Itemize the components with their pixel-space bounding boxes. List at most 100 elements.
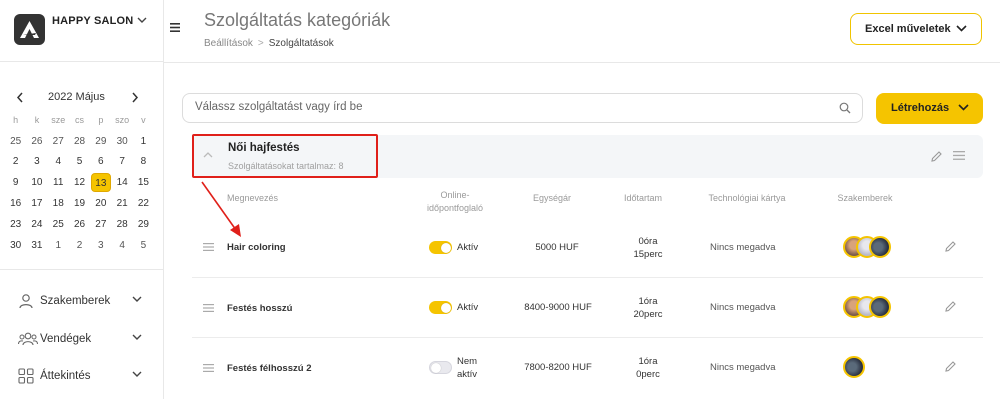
calendar-day[interactable]: 30 xyxy=(5,240,26,251)
calendar-day-number: 6 xyxy=(98,156,104,168)
calendar-day-number: 20 xyxy=(95,198,107,210)
calendar-day-number: 22 xyxy=(137,198,149,210)
service-search[interactable] xyxy=(182,93,863,123)
online-booking-toggle[interactable] xyxy=(429,241,452,254)
duration-minutes: 15perc xyxy=(633,249,663,260)
calendar-day[interactable]: 23 xyxy=(5,219,26,230)
sidebar: HAPPY SALON 2022 Május h k sze cs p szo … xyxy=(0,0,164,399)
calendar-day[interactable]: 26 xyxy=(69,219,90,230)
chevron-down-icon xyxy=(958,104,969,111)
calendar-day[interactable]: 9 xyxy=(5,177,26,188)
tech-card-value: Nincs megadva xyxy=(710,302,776,313)
calendar-day[interactable]: 2 xyxy=(69,240,90,251)
calendar-day[interactable]: 4 xyxy=(48,156,69,167)
calendar-day[interactable]: 1 xyxy=(48,240,69,251)
service-price: 7800-8200 HUF xyxy=(524,362,592,373)
calendar-day-selected[interactable]: 13 xyxy=(90,173,111,193)
calendar-day-number: 28 xyxy=(73,135,86,147)
pencil-icon[interactable] xyxy=(944,300,957,313)
sidebar-item-szakemberek[interactable]: Szakemberek xyxy=(18,292,148,312)
calendar-day-number: 5 xyxy=(140,239,147,251)
calendar-day[interactable]: 1 xyxy=(133,136,154,147)
calendar-day[interactable]: 12 xyxy=(69,177,90,188)
calendar-day[interactable]: 28 xyxy=(111,219,132,230)
search-icon[interactable] xyxy=(839,102,851,114)
avatar[interactable] xyxy=(843,356,865,378)
chevron-right-icon[interactable] xyxy=(131,92,139,103)
drag-handle-icon[interactable] xyxy=(203,304,214,312)
calendar-day[interactable]: 20 xyxy=(90,198,111,209)
calendar-day[interactable]: 4 xyxy=(111,240,132,251)
calendar-day[interactable]: 31 xyxy=(26,240,47,251)
sidebar-item-attekintes[interactable]: Áttekintés xyxy=(18,367,148,387)
calendar-day[interactable]: 29 xyxy=(133,219,154,230)
chevron-left-icon[interactable] xyxy=(16,92,24,103)
calendar-day[interactable]: 7 xyxy=(111,156,132,167)
pencil-icon[interactable] xyxy=(944,360,957,373)
drag-handle-icon[interactable] xyxy=(203,364,214,372)
calendar-day-number: 12 xyxy=(73,177,86,189)
online-booking-toggle[interactable] xyxy=(429,361,452,374)
calendar-day[interactable]: 8 xyxy=(133,156,154,167)
calendar-day-number: 19 xyxy=(73,198,86,210)
calendar-day[interactable]: 25 xyxy=(5,136,26,147)
calendar-day-number: 13 xyxy=(90,173,111,193)
brand-switcher[interactable]: HAPPY SALON xyxy=(0,0,164,62)
calendar-day-number: 25 xyxy=(10,135,22,147)
calendar-day-number: 15 xyxy=(137,177,149,189)
avatar[interactable] xyxy=(869,236,891,258)
column-header-price: Egységár xyxy=(532,193,572,203)
create-button-label: Létrehozás xyxy=(891,102,950,114)
highlight-box xyxy=(192,134,378,178)
calendar-day[interactable]: 11 xyxy=(48,177,69,188)
pencil-icon[interactable] xyxy=(930,150,943,163)
pencil-icon[interactable] xyxy=(944,240,957,253)
calendar-day[interactable]: 25 xyxy=(48,219,69,230)
calendar-header: 2022 Május xyxy=(0,90,164,106)
drag-handle-icon[interactable] xyxy=(203,243,214,251)
calendar-day[interactable]: 17 xyxy=(26,198,47,209)
calendar-day[interactable]: 29 xyxy=(90,136,111,147)
calendar-day[interactable]: 2 xyxy=(5,156,26,167)
search-input[interactable] xyxy=(195,101,795,113)
brand-name: HAPPY SALON xyxy=(52,15,134,27)
calendar-day[interactable]: 26 xyxy=(26,136,47,147)
calendar-day-number: 28 xyxy=(116,218,128,230)
calendar-day[interactable]: 27 xyxy=(48,136,69,147)
calendar-day[interactable]: 10 xyxy=(26,177,47,188)
calendar-day[interactable]: 3 xyxy=(26,156,47,167)
calendar-day[interactable]: 5 xyxy=(133,240,154,251)
calendar-day[interactable]: 22 xyxy=(133,198,154,209)
online-booking-toggle[interactable] xyxy=(429,301,452,314)
calendar-day-number: 30 xyxy=(116,135,128,147)
calendar-day[interactable]: 14 xyxy=(111,177,132,188)
excel-actions-button[interactable]: Excel műveletek xyxy=(850,13,982,45)
row-divider xyxy=(192,277,983,278)
weekday-label: k xyxy=(34,115,40,126)
calendar-day[interactable]: 15 xyxy=(133,177,154,188)
calendar-day[interactable]: 28 xyxy=(69,136,90,147)
weekday-label: sze xyxy=(51,115,66,126)
calendar-day[interactable]: 30 xyxy=(111,136,132,147)
sidebar-item-vendegek[interactable]: Vendégek xyxy=(18,330,148,350)
calendar-day-number: 26 xyxy=(31,135,43,147)
drag-handle-icon[interactable] xyxy=(953,151,965,160)
calendar-day[interactable]: 21 xyxy=(111,198,132,209)
calendar-day[interactable]: 18 xyxy=(48,198,69,209)
breadcrumb-link[interactable]: Beállítások xyxy=(204,38,253,49)
calendar-day[interactable]: 3 xyxy=(90,240,111,251)
calendar-day[interactable]: 24 xyxy=(26,219,47,230)
calendar-week-row: 9 10 11 12 13 14 15 xyxy=(5,172,158,193)
avatar[interactable] xyxy=(869,296,891,318)
chevron-down-icon xyxy=(132,296,142,302)
menu-icon[interactable] xyxy=(170,23,180,32)
calendar-day[interactable]: 27 xyxy=(90,219,111,230)
calendar-day[interactable]: 5 xyxy=(69,156,90,167)
calendar-day[interactable]: 16 xyxy=(5,198,26,209)
calendar-day[interactable]: 19 xyxy=(69,198,90,209)
calendar-grid: h k sze cs p szo v 25 26 27 28 29 30 1 2 3 4 5 6 7 8 9… xyxy=(5,110,158,256)
duration-hours: 1óra xyxy=(638,356,658,367)
calendar-day-number: 18 xyxy=(52,198,64,210)
calendar-day[interactable]: 6 xyxy=(90,156,111,167)
create-button[interactable]: Létrehozás xyxy=(876,93,983,124)
